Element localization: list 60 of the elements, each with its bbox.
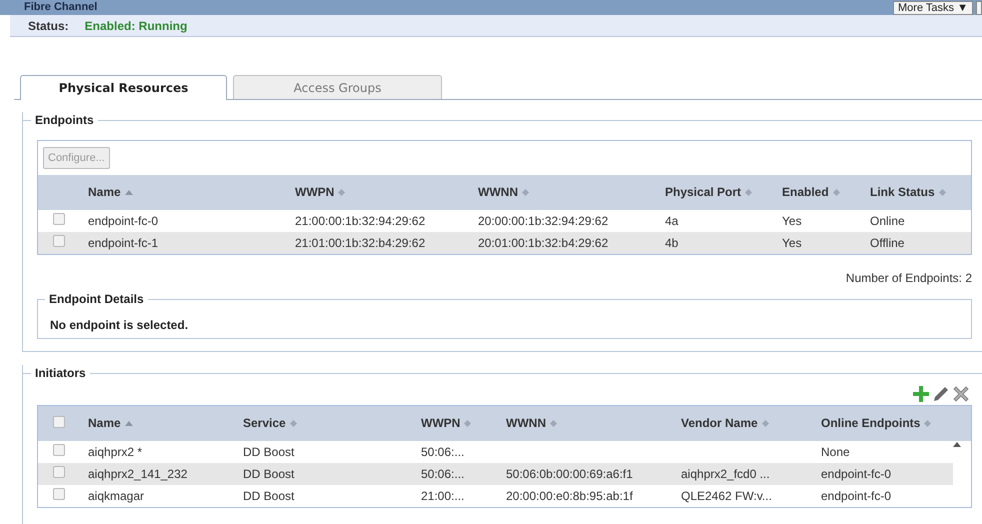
table-cell: Online [870, 214, 905, 228]
column-header[interactable]: Link Status [862, 175, 971, 210]
table-cell: None [821, 445, 850, 459]
column-header[interactable]: Vendor Name [673, 406, 813, 441]
checkbox[interactable] [53, 235, 65, 247]
table-cell: 21:00:00:1b:32:94:29:62 [295, 214, 426, 228]
table-cell: 50:06:... [421, 445, 464, 459]
table-cell: DD Boost [243, 489, 294, 503]
table-cell: 20:01:00:1b:32:b4:29:62 [478, 236, 608, 250]
section-legend: Endpoints [31, 111, 98, 129]
table-cell: DD Boost [243, 467, 294, 481]
table-cell: 4a [665, 214, 678, 228]
checkbox[interactable] [53, 444, 65, 456]
table-cell: endpoint-fc-0 [821, 467, 892, 481]
checkbox[interactable] [53, 213, 65, 225]
checkbox[interactable] [53, 466, 65, 478]
table-cell: endpoint-fc-0 [821, 489, 892, 503]
table-cell: aiqkmagar [88, 489, 144, 503]
empty-selection-message: No endpoint is selected. [50, 318, 188, 332]
window-title: Fibre Channel [24, 1, 98, 14]
table-cell: aiqhprx2_141_232 [88, 467, 188, 481]
more-tasks-button[interactable]: More Tasks ▼ [893, 0, 973, 14]
table-cell: Yes [782, 214, 802, 228]
column-header[interactable]: Name [80, 406, 235, 441]
table-cell: 50:06:... [421, 467, 464, 481]
table-cell: 21:00:... [421, 489, 464, 503]
status-value: Enabled: Running [84, 18, 188, 34]
endpoint-count: Number of Endpoints: 2 [846, 270, 972, 287]
table-cell: 21:01:00:1b:32:b4:29:62 [295, 236, 426, 250]
section-legend: Endpoint Details [45, 290, 148, 308]
column-header[interactable]: WWNN [470, 175, 657, 210]
table-cell: 4b [665, 236, 678, 250]
add-icon[interactable] [912, 385, 930, 403]
table-cell: DD Boost [243, 445, 294, 459]
column-header[interactable]: Name [80, 175, 287, 210]
table-cell: endpoint-fc-1 [88, 236, 158, 250]
column-header[interactable]: WWNN [498, 406, 673, 441]
checkbox[interactable] [53, 416, 65, 428]
status-label: Status: [28, 18, 69, 34]
section-legend: Initiators [31, 364, 90, 382]
column-header[interactable]: Online Endpoints [813, 406, 953, 441]
column-header[interactable]: WWPN [287, 175, 470, 210]
table-cell: Yes [782, 236, 802, 250]
table-cell: 50:06:0b:00:00:69:a6:f1 [506, 467, 633, 481]
table-cell: Offline [870, 236, 904, 250]
table-cell: endpoint-fc-0 [88, 214, 158, 228]
column-header[interactable]: Service [235, 406, 413, 441]
column-header[interactable]: Physical Port [657, 175, 774, 210]
delete-icon[interactable] [952, 385, 970, 403]
tab[interactable]: Access Groups [233, 75, 442, 99]
column-header[interactable]: Enabled [774, 175, 862, 210]
column-header[interactable]: WWPN [413, 406, 498, 441]
table-cell: 20:00:00:e0:8b:95:ab:1f [506, 489, 633, 503]
table-cell: aiqhprx2 * [88, 445, 142, 459]
table-cell: 20:00:00:1b:32:94:29:62 [478, 214, 608, 228]
table-cell: aiqhprx2_fcd0 ... [681, 467, 770, 481]
tab[interactable]: Physical Resources [20, 75, 227, 100]
edit-icon[interactable] [932, 385, 950, 403]
checkbox[interactable] [53, 488, 65, 500]
table-cell: QLE2462 FW:v... [681, 489, 772, 503]
